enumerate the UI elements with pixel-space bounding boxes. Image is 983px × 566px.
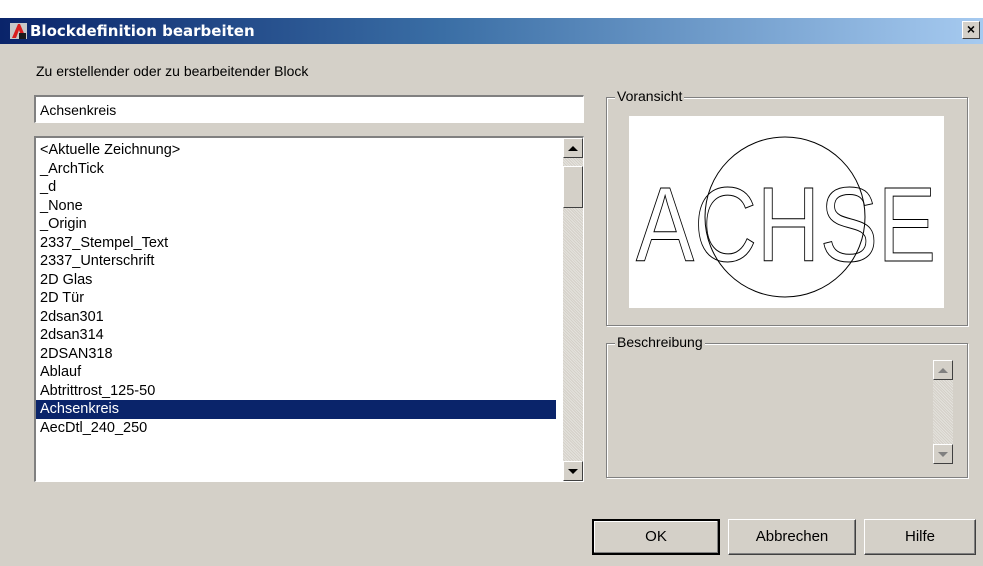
desc-scroll-up-button[interactable] <box>933 360 953 380</box>
ok-button[interactable]: OK <box>592 519 720 555</box>
scroll-up-button[interactable] <box>563 138 583 158</box>
description-label: Beschreibung <box>615 334 705 350</box>
dialog-title: Blockdefinition bearbeiten <box>30 22 255 40</box>
block-list-items: <Aktuelle Zeichnung> _ArchTick _d _None _Ori… <box>36 141 556 437</box>
title-bar[interactable]: Blockdefinition bearbeiten × <box>0 18 983 44</box>
block-list-item[interactable]: _d <box>36 178 556 197</box>
autocad-app-icon <box>10 23 27 39</box>
close-icon: × <box>966 21 976 37</box>
block-preview-drawing: ACHSE <box>636 136 937 298</box>
block-prompt-label: Zu erstellender oder zu bearbeitender Bl… <box>36 63 309 79</box>
block-list-item[interactable]: 2337_Stempel_Text <box>36 234 556 253</box>
top-strip <box>0 0 983 18</box>
block-list[interactable]: <Aktuelle Zeichnung> _ArchTick _d _None _Ori… <box>34 136 584 482</box>
block-name-input[interactable] <box>34 95 584 123</box>
description-scrollbar[interactable] <box>933 360 953 464</box>
scroll-down-icon <box>568 468 578 474</box>
close-button[interactable]: × <box>962 21 980 39</box>
preview-area: ACHSE <box>629 116 944 308</box>
block-list-item[interactable]: 2dsan301 <box>36 308 556 327</box>
block-list-item[interactable]: _ArchTick <box>36 160 556 179</box>
preview-text: ACHSE <box>636 166 936 284</box>
help-button[interactable]: Hilfe <box>864 519 976 555</box>
block-list-item[interactable]: 2337_Unterschrift <box>36 252 556 271</box>
block-list-scrollbar[interactable] <box>563 138 583 481</box>
preview-label: Voransicht <box>615 88 685 104</box>
block-list-item[interactable]: <Aktuelle Zeichnung> <box>36 141 556 160</box>
block-list-item[interactable]: 2dsan314 <box>36 326 556 345</box>
scroll-down-button[interactable] <box>563 461 583 481</box>
cancel-button[interactable]: Abbrechen <box>728 519 856 555</box>
block-list-item[interactable]: _Origin <box>36 215 556 234</box>
scroll-up-icon <box>568 145 578 151</box>
edit-block-definition-dialog: Blockdefinition bearbeiten × Zu erstelle… <box>0 0 983 566</box>
block-list-item[interactable]: Achsenkreis <box>36 400 556 419</box>
block-list-item[interactable]: 2DSAN318 <box>36 345 556 364</box>
desc-scroll-up-icon <box>938 367 948 373</box>
desc-scroll-down-icon <box>938 451 948 457</box>
block-list-item[interactable]: Abtrittrost_125-50 <box>36 382 556 401</box>
block-list-item[interactable]: _None <box>36 197 556 216</box>
description-group: Beschreibung <box>606 334 968 478</box>
block-list-item[interactable]: Ablauf <box>36 363 556 382</box>
block-list-item[interactable]: AecDtl_240_250 <box>36 419 556 438</box>
preview-group: Voransicht ACHSE <box>606 88 968 326</box>
block-list-item[interactable]: 2D Tür <box>36 289 556 308</box>
block-list-item[interactable]: 2D Glas <box>36 271 556 290</box>
scroll-thumb[interactable] <box>563 166 583 208</box>
desc-scroll-down-button[interactable] <box>933 444 953 464</box>
